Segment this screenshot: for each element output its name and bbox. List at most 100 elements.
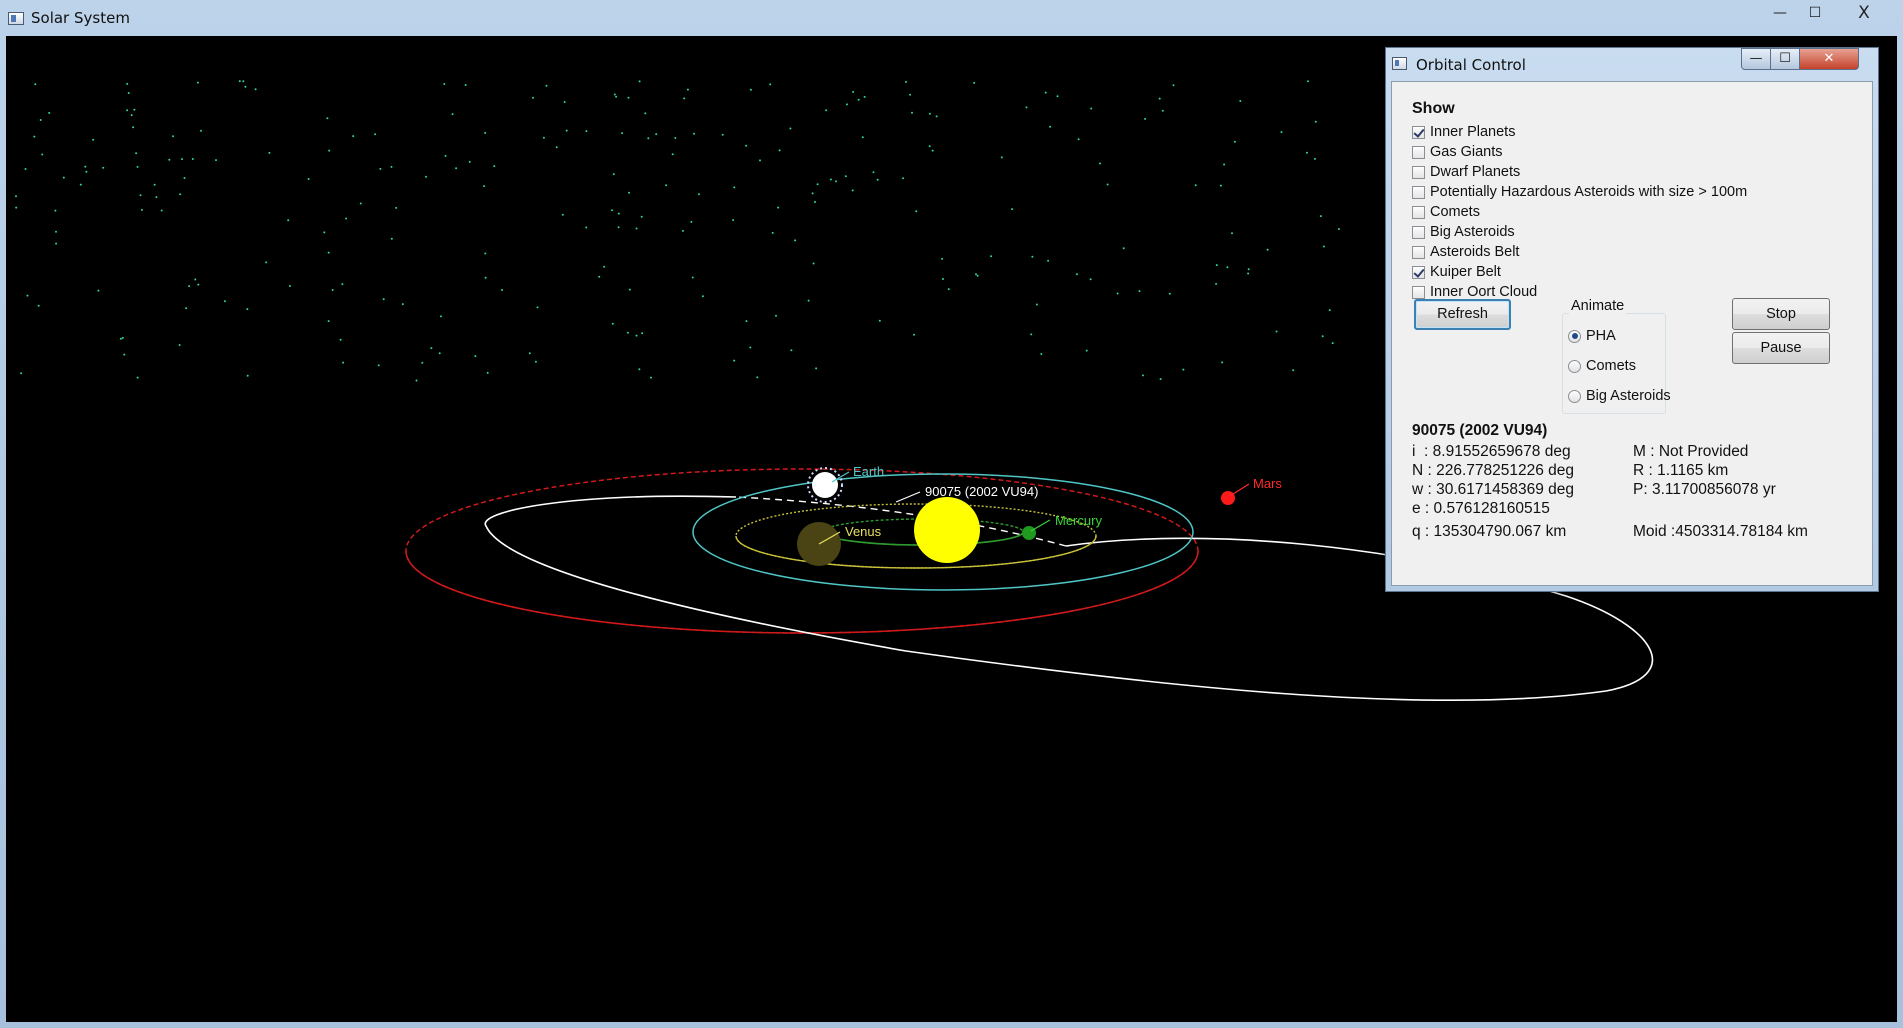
selected-body-name: 90075 (2002 VU94) <box>1412 422 1548 439</box>
star <box>196 81 199 84</box>
window-app-icon[interactable] <box>1392 57 1407 70</box>
star <box>829 178 832 181</box>
star <box>307 178 310 180</box>
star <box>327 251 330 254</box>
star <box>160 209 163 212</box>
star <box>254 88 257 91</box>
star <box>825 109 828 112</box>
radio-button[interactable] <box>1568 359 1581 373</box>
checkbox-label: Potentially Hazardous Asteroids with siz… <box>1430 184 1748 200</box>
minimize-button[interactable]: — <box>1765 2 1795 24</box>
star <box>990 255 993 258</box>
star <box>62 176 65 179</box>
checkbox[interactable] <box>1412 285 1425 299</box>
checkbox-gas-giants[interactable]: Gas Giants <box>1412 143 1503 161</box>
star <box>756 376 759 379</box>
radio-comets[interactable]: Comets <box>1568 357 1636 375</box>
star <box>975 273 977 276</box>
orbital-control-titlebar[interactable]: Orbital Control — ☐ ✕ <box>1386 48 1878 80</box>
checkbox[interactable] <box>1412 125 1425 139</box>
checkbox-dwarf-planets[interactable]: Dwarf Planets <box>1412 163 1520 181</box>
star <box>1085 349 1088 352</box>
star <box>627 96 630 99</box>
star <box>555 146 558 149</box>
star <box>323 231 326 234</box>
star <box>181 158 183 161</box>
star <box>851 189 854 192</box>
radio-label: Big Asteroids <box>1586 388 1671 404</box>
radio-button[interactable] <box>1568 329 1581 343</box>
checkbox-kuiper-belt[interactable]: Kuiper Belt <box>1412 263 1501 281</box>
checkbox[interactable] <box>1412 165 1425 179</box>
star <box>1144 117 1147 120</box>
star <box>534 360 537 363</box>
main-titlebar[interactable]: Solar System — ☐ X <box>0 0 1903 36</box>
star <box>288 285 291 287</box>
star <box>640 215 643 218</box>
earth[interactable] <box>807 467 843 503</box>
star <box>455 167 458 170</box>
star <box>857 98 860 101</box>
checkbox-comets[interactable]: Comets <box>1412 203 1480 221</box>
star <box>947 288 950 291</box>
star <box>327 320 330 323</box>
checkbox-label: Gas Giants <box>1430 144 1503 160</box>
pause-button[interactable]: Pause <box>1732 332 1830 364</box>
star <box>638 80 641 83</box>
star <box>382 298 385 301</box>
star <box>635 227 638 230</box>
stop-button[interactable]: Stop <box>1732 298 1830 330</box>
radio-button[interactable] <box>1568 389 1581 403</box>
star <box>598 275 601 278</box>
star <box>34 83 37 86</box>
checkbox[interactable] <box>1412 265 1425 279</box>
venus-label: Venus <box>845 524 882 539</box>
star <box>1306 151 1308 154</box>
mercury[interactable] <box>1022 526 1036 540</box>
star <box>1089 278 1092 281</box>
maximize-button[interactable]: ☐ <box>1800 2 1830 24</box>
mars[interactable] <box>1221 491 1235 505</box>
star <box>585 226 588 229</box>
star <box>483 185 486 188</box>
checkbox-big-asteroids[interactable]: Big Asteroids <box>1412 223 1515 241</box>
checkbox[interactable] <box>1412 245 1425 259</box>
star <box>814 201 816 203</box>
checkbox-asteroids-belt[interactable]: Asteroids Belt <box>1412 243 1519 261</box>
close-button[interactable]: ✕ <box>1799 48 1859 70</box>
star <box>749 346 752 349</box>
checkbox-inner-planets[interactable]: Inner Planets <box>1412 123 1515 141</box>
star <box>647 137 650 140</box>
star <box>565 129 568 132</box>
minimize-button[interactable]: — <box>1741 48 1771 70</box>
refresh-button[interactable]: Refresh <box>1414 299 1511 330</box>
sun[interactable] <box>914 497 980 563</box>
maximize-button[interactable]: ☐ <box>1770 48 1800 70</box>
checkbox[interactable] <box>1412 185 1425 199</box>
checkbox[interactable] <box>1412 225 1425 239</box>
star <box>611 322 614 325</box>
star <box>341 283 344 286</box>
radio-big-asteroids[interactable]: Big Asteroids <box>1568 387 1671 405</box>
radio-pha[interactable]: PHA <box>1568 327 1616 345</box>
checkbox[interactable] <box>1412 145 1425 159</box>
star <box>15 206 18 209</box>
window-app-icon[interactable] <box>8 12 24 25</box>
close-button[interactable]: X <box>1846 2 1882 24</box>
checkbox[interactable] <box>1412 205 1425 219</box>
star <box>1172 84 1175 87</box>
star <box>771 231 774 234</box>
star <box>915 210 918 213</box>
star <box>852 90 855 93</box>
main-window-title: Solar System <box>31 9 130 27</box>
star <box>136 165 139 168</box>
star <box>377 364 380 367</box>
star <box>390 165 393 168</box>
checkbox-pha[interactable]: Potentially Hazardous Asteroids with siz… <box>1412 183 1747 201</box>
star <box>246 308 249 311</box>
star <box>745 320 748 323</box>
star <box>328 149 331 152</box>
star <box>686 88 689 91</box>
star <box>390 237 393 240</box>
star <box>1000 156 1003 159</box>
